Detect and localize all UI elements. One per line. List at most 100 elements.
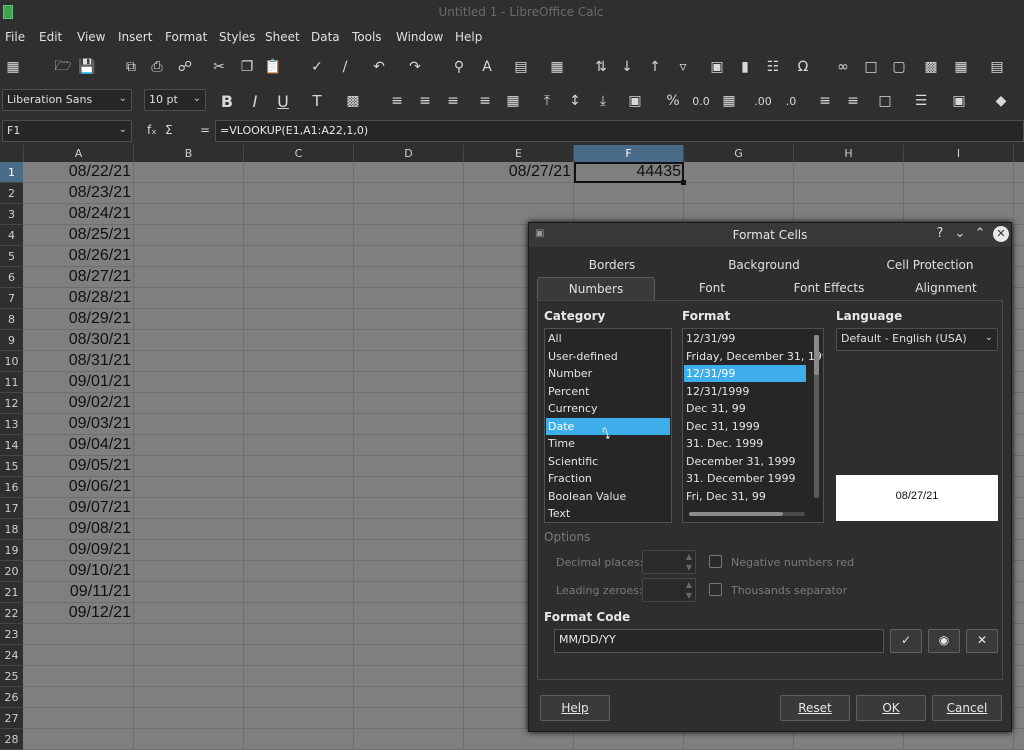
reset-button[interactable]: Reset [780,695,850,721]
cell-a16[interactable]: 09/06/21 [24,477,134,498]
category-item[interactable]: Currency [546,400,670,417]
cell-a11[interactable]: 09/01/21 [24,372,134,393]
format-list-hscroll-thumb[interactable] [689,512,783,516]
spin-down-icon[interactable]: ▼ [686,563,692,572]
cell-a10[interactable]: 08/31/21 [24,351,134,372]
row-icon[interactable]: ▤ [510,56,532,78]
help-question-icon[interactable]: ? [932,226,948,241]
cell-a5[interactable]: 08/26/21 [24,246,134,267]
decrease-indent-icon[interactable]: ≡ [842,90,864,112]
comment-icon[interactable]: □ [860,56,882,78]
formula-input[interactable]: =VLOOKUP(E1,A1:A22,1,0) [215,120,1024,142]
category-item[interactable]: Fraction [546,470,670,487]
edit-comment-button[interactable]: ◉ [928,629,960,653]
row-header-1[interactable]: 1 [0,162,23,183]
row-header-8[interactable]: 8 [0,309,23,330]
align-center-icon[interactable]: ≡ [414,90,436,112]
insert-chart-icon[interactable]: ▮ [734,56,756,78]
autofilter-icon[interactable]: ▿ [672,56,694,78]
menu-data[interactable]: Data [311,30,340,44]
tab-background[interactable]: Background [719,258,809,272]
bold-icon[interactable]: B [216,90,238,112]
delete-decimal-place-icon[interactable]: .0 [780,90,802,112]
spin-up-icon[interactable]: ▲ [686,580,692,589]
increase-indent-icon[interactable]: ≡ [814,90,836,112]
tab-alignment[interactable]: Alignment [913,281,979,295]
row-header-24[interactable]: 24 [0,645,23,666]
format-item[interactable]: Dec 31, 99 [684,400,806,417]
category-item[interactable]: Text [546,505,670,522]
format-item[interactable]: Friday, December 31, 1999 [684,348,823,365]
autofill-handle[interactable] [681,180,686,185]
negative-red-checkbox[interactable] [709,555,722,568]
redo-icon[interactable]: ↷ [404,56,426,78]
format-item[interactable]: December 31, 1999 [684,453,806,470]
category-item[interactable]: All [546,330,670,347]
sort-ascending-icon[interactable]: ↓ [616,56,638,78]
category-item[interactable]: Scientific [546,453,670,470]
align-right-icon[interactable]: ≡ [442,90,464,112]
row-header-17[interactable]: 17 [0,498,23,519]
row-header-22[interactable]: 22 [0,603,23,624]
menu-file[interactable]: File [5,30,25,44]
font-size-combo[interactable]: 10 pt ⌄ [144,89,206,111]
menu-format[interactable]: Format [165,30,207,44]
format-as-percent-icon[interactable]: % [662,90,684,112]
undo-icon[interactable]: ↶ [368,56,390,78]
row-header-21[interactable]: 21 [0,582,23,603]
add-decimal-place-icon[interactable]: .00 [752,90,774,112]
cell-e1[interactable]: 08/27/21 [464,162,574,183]
row-header-15[interactable]: 15 [0,456,23,477]
category-item[interactable]: User-defined [546,348,670,365]
row-header-18[interactable]: 18 [0,519,23,540]
cell-a2[interactable]: 08/23/21 [24,183,134,204]
maximize-icon[interactable]: ⌃ [972,226,988,241]
menu-edit[interactable]: Edit [39,30,62,44]
cell-a14[interactable]: 09/04/21 [24,435,134,456]
spin-up-icon[interactable]: ▲ [686,552,692,561]
column-header-g[interactable]: G [684,145,794,162]
headers-footers-icon[interactable]: ▢ [888,56,910,78]
tab-font[interactable]: Font [689,281,735,295]
row-header-10[interactable]: 10 [0,351,23,372]
cell-a1[interactable]: 08/22/21 [24,162,134,183]
row-header-12[interactable]: 12 [0,393,23,414]
column-header-d[interactable]: D [354,145,464,162]
column-header-a[interactable]: A [24,145,134,162]
menu-view[interactable]: View [77,30,105,44]
new-icon[interactable]: ▦ [2,56,24,78]
dialog-title-bar[interactable]: ▣ Format Cells ? ⌄ ⌃ ✕ [529,223,1011,247]
print-icon[interactable]: ⎙ [146,56,168,78]
spelling-icon[interactable]: A [476,56,498,78]
row-header-11[interactable]: 11 [0,372,23,393]
format-code-input[interactable]: MM/DD/YY [554,629,884,653]
formula-icon[interactable]: = [200,123,210,137]
category-item[interactable]: Boolean Value [546,488,670,505]
format-item[interactable]: Fri, Dec 31, 99 [684,488,806,505]
sum-icon[interactable]: Σ [165,123,173,137]
row-header-20[interactable]: 20 [0,561,23,582]
menu-sheet[interactable]: Sheet [265,30,300,44]
open-icon[interactable]: 🗁 [52,56,74,78]
format-item[interactable]: 12/31/1999 [684,383,806,400]
align-top-icon[interactable]: ⤒ [536,90,558,112]
row-header-23[interactable]: 23 [0,624,23,645]
minimize-icon[interactable]: ⌄ [952,226,968,241]
format-item[interactable]: 31. December 1999 [684,470,806,487]
spin-down-icon[interactable]: ▼ [686,591,692,600]
row-header-3[interactable]: 3 [0,204,23,225]
border-color-icon[interactable]: ▣ [948,90,970,112]
menu-help[interactable]: Help [455,30,482,44]
cell-a9[interactable]: 08/30/21 [24,330,134,351]
cell-a8[interactable]: 08/29/21 [24,309,134,330]
row-header-25[interactable]: 25 [0,666,23,687]
cell-a3[interactable]: 08/24/21 [24,204,134,225]
find-replace-icon[interactable]: ⚲ [448,56,470,78]
menu-styles[interactable]: Styles [219,30,255,44]
row-header-14[interactable]: 14 [0,435,23,456]
sort-icon[interactable]: ⇅ [590,56,612,78]
name-box[interactable]: F1 ⌄ [2,120,132,142]
font-color-icon[interactable]: T [306,90,328,112]
format-as-number-icon[interactable]: 0.0 [690,90,712,112]
format-listbox[interactable]: 12/31/99 Friday, December 31, 1999 12/31/9… [682,328,824,523]
